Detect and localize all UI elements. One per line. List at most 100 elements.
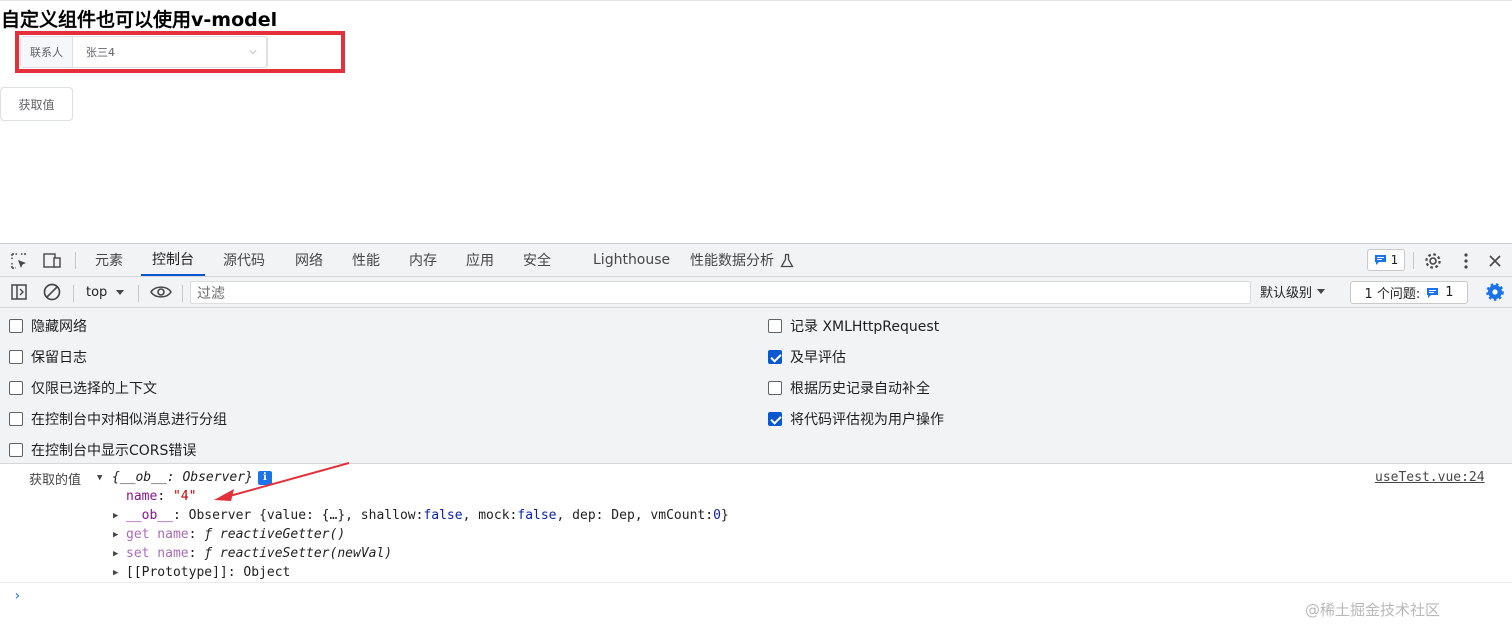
property-key: __ob__ <box>126 508 173 523</box>
option-hide-network[interactable]: 隐藏网络 <box>9 316 87 336</box>
sidebar-toggle-icon[interactable] <box>9 282 29 302</box>
contact-select[interactable]: 张三4 <box>73 37 267 67</box>
checkbox[interactable] <box>768 412 782 426</box>
gear-icon[interactable] <box>1423 251 1443 271</box>
log-levels-select[interactable]: 默认级别 <box>1260 282 1326 301</box>
toolbar-divider <box>1413 252 1414 269</box>
console-toolbar: top 过滤 默认级别 1 个问题: 1 <box>0 277 1512 308</box>
issues-badge-count: 1 <box>1390 253 1399 267</box>
colon: : <box>157 489 173 504</box>
collapsed-triangle-icon[interactable]: ▶ <box>113 549 123 559</box>
checkbox[interactable] <box>9 381 23 395</box>
option-label: 根据历史记录自动补全 <box>790 381 930 397</box>
log-levels-label: 默认级别 <box>1260 286 1313 301</box>
issues-badge[interactable]: 1 <box>1367 249 1405 271</box>
console-output: 获取的值 ▼ {__ob__: Observer} i useTest.vue:… <box>0 464 1512 637</box>
tab-console[interactable]: 控制台 <box>141 244 205 276</box>
property-key: set name <box>126 546 189 561</box>
filter-input[interactable]: 过滤 <box>190 281 1251 304</box>
collapsed-triangle-icon[interactable]: ▶ <box>113 568 123 578</box>
inspect-element-icon[interactable] <box>9 251 29 271</box>
property-value: ƒ reactiveGetter() <box>204 527 346 542</box>
option-preserve-log[interactable]: 保留日志 <box>9 347 87 367</box>
context-select[interactable]: top <box>80 282 125 303</box>
option-label: 在控制台中显示CORS错误 <box>31 443 197 459</box>
property-ob[interactable]: ▶ __ob__: Observer {value: {…}, shallow:… <box>113 508 729 523</box>
option-label: 仅限已选择的上下文 <box>31 381 157 397</box>
device-toolbar-icon[interactable] <box>42 251 62 271</box>
collapsed-triangle-icon[interactable]: ▶ <box>113 511 123 521</box>
tab-application[interactable]: 应用 <box>466 244 494 276</box>
message-icon <box>1427 287 1439 298</box>
property-value-prefix: Observer {value: {…}, shallow: <box>188 508 424 523</box>
issues-button[interactable]: 1 个问题: 1 <box>1350 281 1468 304</box>
tab-elements[interactable]: 元素 <box>95 244 123 276</box>
option-selected-context-only[interactable]: 仅限已选择的上下文 <box>9 378 157 398</box>
object-preview[interactable]: ▼ {__ob__: Observer} i <box>97 470 272 485</box>
colon: : <box>172 508 189 523</box>
object-summary: {__ob__: Observer} <box>112 470 253 485</box>
expanded-triangle-icon[interactable]: ▼ <box>97 473 107 483</box>
source-link[interactable]: useTest.vue:24 <box>1375 470 1485 485</box>
checkbox[interactable] <box>9 443 23 457</box>
toolbar-divider <box>138 285 139 302</box>
property-key: get name <box>126 527 189 542</box>
contact-form-item: 联系人 张三4 <box>20 36 268 68</box>
tab-security[interactable]: 安全 <box>523 244 551 276</box>
option-label: 将代码评估视为用户操作 <box>790 412 944 428</box>
eye-icon[interactable] <box>149 282 173 302</box>
tab-performance-insights-label: 性能数据分析 <box>690 253 774 269</box>
toolbar-divider <box>73 285 74 302</box>
console-settings-icon[interactable] <box>1485 282 1505 302</box>
console-prompt[interactable]: › <box>13 588 21 604</box>
checkbox[interactable] <box>9 350 23 364</box>
tab-memory[interactable]: 内存 <box>409 244 437 276</box>
filter-placeholder: 过滤 <box>197 285 225 302</box>
property-value: Object <box>243 565 291 580</box>
checkbox[interactable] <box>768 381 782 395</box>
property-value-mid: , dep: Dep, vmCount: <box>556 508 714 523</box>
issues-button-count: 1 <box>1445 285 1454 300</box>
option-autocomplete-history[interactable]: 根据历史记录自动补全 <box>768 378 930 398</box>
more-options-icon[interactable] <box>1456 251 1476 271</box>
context-select-value: top <box>86 285 108 300</box>
colon: : <box>188 527 205 542</box>
page-title: 自定义组件也可以使用v-model <box>1 9 278 31</box>
property-setter[interactable]: ▶ set name: ƒ reactiveSetter(newVal) <box>113 546 392 561</box>
checkbox[interactable] <box>9 412 23 426</box>
devtools-tabbar: 元素 控制台 源代码 网络 性能 内存 应用 安全 Lighthouse 性能数… <box>0 244 1512 277</box>
tab-performance[interactable]: 性能 <box>352 244 380 276</box>
option-eager-evaluation[interactable]: 及早评估 <box>768 347 846 367</box>
tab-lighthouse[interactable]: Lighthouse <box>593 244 670 276</box>
property-key: [[Prototype]] <box>126 565 228 580</box>
console-divider <box>0 582 1512 583</box>
devtools-panel: 元素 控制台 源代码 网络 性能 内存 应用 安全 Lighthouse 性能数… <box>0 243 1512 637</box>
info-icon[interactable]: i <box>257 470 272 485</box>
checkbox[interactable] <box>9 319 23 333</box>
property-getter[interactable]: ▶ get name: ƒ reactiveGetter() <box>113 527 345 542</box>
option-label: 保留日志 <box>31 350 87 366</box>
get-value-button[interactable]: 获取值 <box>0 87 73 121</box>
checkbox[interactable] <box>768 350 782 364</box>
tab-network[interactable]: 网络 <box>295 244 323 276</box>
option-log-xhr[interactable]: 记录 XMLHttpRequest <box>768 316 939 336</box>
colon: : <box>227 565 244 580</box>
tab-performance-insights[interactable]: 性能数据分析 <box>690 244 794 276</box>
clear-console-icon[interactable] <box>42 282 62 302</box>
collapsed-triangle-icon[interactable]: ▶ <box>113 530 123 540</box>
mock-value: false <box>517 508 557 523</box>
property-prototype[interactable]: ▶ [[Prototype]]: Object <box>113 565 290 580</box>
option-show-cors-errors[interactable]: 在控制台中显示CORS错误 <box>9 440 196 460</box>
flask-icon <box>780 253 794 267</box>
dropdown-arrow-icon <box>1317 288 1326 294</box>
option-label: 在控制台中对相似消息进行分组 <box>31 412 227 428</box>
property-value-close: } <box>720 508 729 523</box>
close-icon[interactable] <box>1485 251 1505 271</box>
option-group-similar[interactable]: 在控制台中对相似消息进行分组 <box>9 409 227 429</box>
tab-sources[interactable]: 源代码 <box>223 244 265 276</box>
option-label: 隐藏网络 <box>31 319 87 335</box>
property-value: "4" <box>172 489 197 504</box>
property-name[interactable]: name: "4" <box>126 489 196 504</box>
checkbox[interactable] <box>768 319 782 333</box>
option-user-activation[interactable]: 将代码评估视为用户操作 <box>768 409 944 429</box>
